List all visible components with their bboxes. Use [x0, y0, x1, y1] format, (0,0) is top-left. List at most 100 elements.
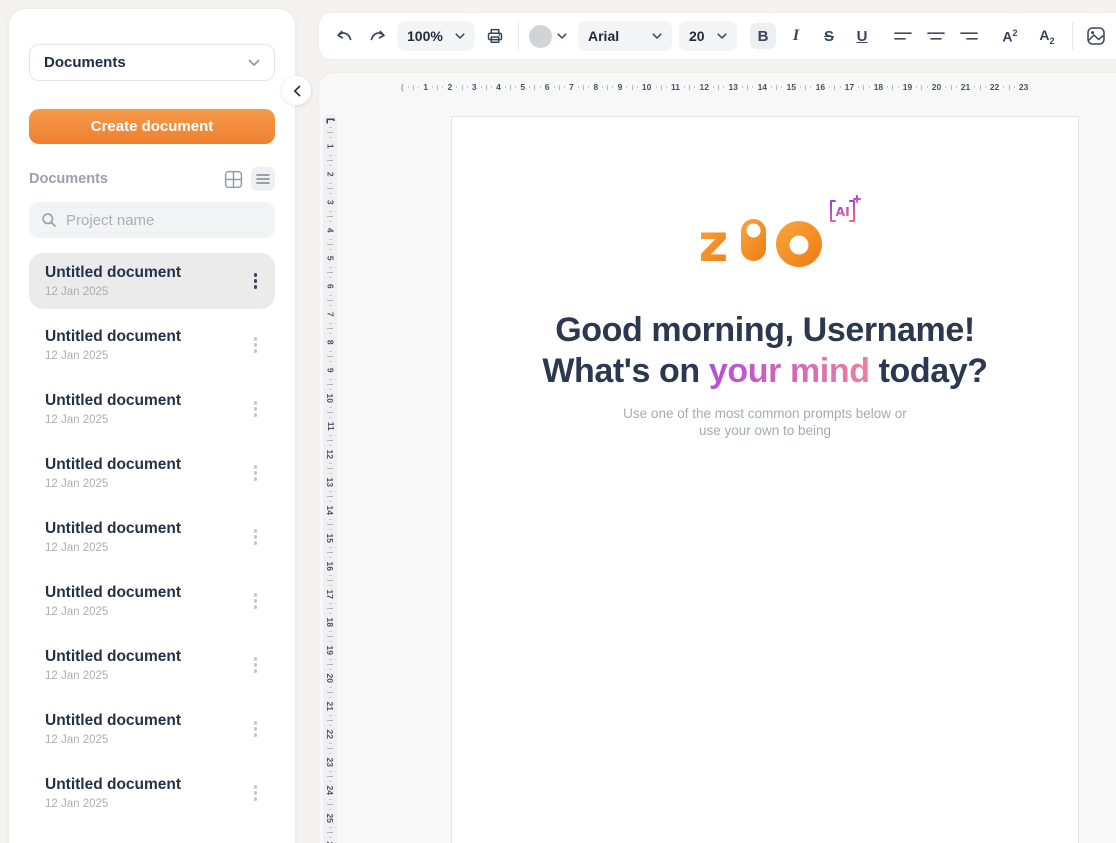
document-title: Untitled document	[45, 712, 181, 730]
align-center-button[interactable]	[923, 23, 949, 49]
font-family-select[interactable]: Arial	[578, 21, 672, 51]
font-size-select[interactable]: 20	[679, 21, 737, 51]
document-date: 12 Jan 2025	[45, 414, 181, 426]
search-input[interactable]	[66, 212, 263, 229]
document-date: 12 Jan 2025	[45, 286, 181, 298]
toolbar-divider	[518, 22, 519, 50]
align-left-button[interactable]	[890, 23, 916, 49]
document-title: Untitled document	[45, 520, 181, 538]
document-list-item[interactable]: Untitled document 12 Jan 2025	[29, 573, 275, 629]
documents-section-label: Documents	[29, 171, 108, 187]
grid-view-icon	[224, 170, 243, 189]
sidebar-collapse-button[interactable]	[282, 76, 311, 105]
bold-button[interactable]: B	[750, 23, 776, 49]
margin-marker-icon	[326, 118, 335, 125]
document-date: 12 Jan 2025	[45, 478, 181, 490]
document-date: 12 Jan 2025	[45, 350, 181, 362]
insert-image-button[interactable]	[1083, 23, 1109, 49]
document-list: Untitled document 12 Jan 2025 Untitled d…	[29, 253, 275, 821]
chevron-left-icon	[293, 85, 301, 97]
document-options-kebab-icon[interactable]	[250, 523, 262, 552]
document-title: Untitled document	[45, 776, 181, 794]
document-list-item[interactable]: Untitled document 12 Jan 2025	[29, 637, 275, 693]
document-options-kebab-icon[interactable]	[250, 651, 262, 680]
chevron-down-icon	[652, 33, 662, 40]
list-view-button[interactable]	[251, 167, 275, 191]
document-list-item[interactable]: Untitled document 12 Jan 2025	[29, 381, 275, 437]
document-options-kebab-icon[interactable]	[250, 331, 262, 360]
document-date: 12 Jan 2025	[45, 734, 181, 746]
formatting-toolbar: 100% Arial 20 B I S U	[318, 12, 1116, 60]
sidebar: Documents Create document Documents	[8, 8, 296, 843]
font-size-value: 20	[689, 28, 705, 44]
document-options-kebab-icon[interactable]	[250, 395, 262, 424]
editor-canvas: (1234567891011121314151617181920212223 1…	[318, 72, 1116, 843]
toolbar-divider	[1072, 22, 1073, 50]
italic-button[interactable]: I	[783, 23, 809, 49]
document-title: Untitled document	[45, 328, 181, 346]
document-search[interactable]	[29, 202, 275, 238]
chevron-down-icon	[248, 59, 260, 67]
document-list-item[interactable]: Untitled document 12 Jan 2025	[29, 765, 275, 821]
chevron-down-icon	[717, 33, 727, 40]
zoom-select[interactable]: 100%	[397, 21, 475, 51]
greeting-line2-prefix: What's on	[542, 352, 709, 390]
document-list-item[interactable]: Untitled document 12 Jan 2025	[29, 701, 275, 757]
document-list-item[interactable]: Untitled document 12 Jan 2025	[29, 317, 275, 373]
redo-button[interactable]	[364, 23, 390, 49]
greeting-subtitle: Use one of the most common prompts below…	[452, 405, 1078, 439]
document-date: 12 Jan 2025	[45, 798, 181, 810]
printer-icon	[485, 26, 505, 46]
document-options-kebab-icon[interactable]	[250, 779, 262, 808]
horizontal-ruler: (1234567891011121314151617181920212223	[401, 80, 1029, 94]
zio-logo-graphic: z	[701, 211, 829, 269]
align-center-icon	[927, 29, 945, 43]
collection-select-value: Documents	[44, 54, 126, 71]
document-title: Untitled document	[45, 648, 181, 666]
superscript-button[interactable]: A2	[995, 23, 1025, 49]
greeting-line1: Good morning, Username!	[555, 311, 975, 349]
document-date: 12 Jan 2025	[45, 670, 181, 682]
svg-text:z: z	[701, 214, 728, 269]
align-right-icon	[960, 29, 978, 43]
document-page[interactable]: z AI	[451, 116, 1079, 843]
svg-text:AI: AI	[836, 204, 850, 219]
image-icon	[1086, 26, 1106, 46]
list-view-icon	[256, 173, 270, 185]
document-title: Untitled document	[45, 584, 181, 602]
print-button[interactable]	[482, 23, 508, 49]
document-title: Untitled document	[45, 456, 181, 474]
grid-view-button[interactable]	[221, 167, 245, 191]
document-options-kebab-icon[interactable]	[250, 587, 262, 616]
chevron-down-icon	[455, 33, 465, 40]
font-family-value: Arial	[588, 28, 619, 44]
text-color-select[interactable]	[529, 25, 567, 48]
document-options-kebab-icon[interactable]	[250, 715, 262, 744]
align-right-button[interactable]	[956, 23, 982, 49]
vertical-ruler-ticks: 1234567891011121314151617181920212223242…	[323, 127, 337, 843]
undo-button[interactable]	[331, 23, 357, 49]
document-list-item[interactable]: Untitled document 12 Jan 2025	[29, 445, 275, 501]
greeting-line2-suffix: today?	[870, 352, 988, 390]
document-list-item[interactable]: Untitled document 12 Jan 2025	[29, 509, 275, 565]
ai-badge-icon: AI	[826, 194, 862, 226]
document-options-kebab-icon[interactable]	[250, 459, 262, 488]
align-left-icon	[894, 29, 912, 43]
search-icon	[41, 212, 57, 228]
documents-collection-select[interactable]: Documents	[29, 44, 275, 81]
document-title: Untitled document	[45, 264, 181, 282]
color-swatch-icon	[529, 25, 552, 48]
greeting-highlight: your mind	[709, 352, 870, 390]
vertical-ruler: 1234567891011121314151617181920212223242…	[323, 114, 337, 843]
underline-button[interactable]: U	[849, 23, 875, 49]
create-document-button[interactable]: Create document	[29, 109, 275, 144]
document-list-item[interactable]: Untitled document 12 Jan 2025	[29, 253, 275, 309]
greeting-heading: Good morning, Username! What's on your m…	[452, 310, 1078, 392]
chevron-down-icon	[557, 33, 567, 40]
subscript-button[interactable]: A2	[1032, 23, 1062, 49]
strikethrough-button[interactable]: S	[816, 23, 842, 49]
document-options-kebab-icon[interactable]	[250, 267, 262, 296]
undo-icon	[335, 29, 354, 44]
zoom-value: 100%	[407, 28, 443, 44]
document-title: Untitled document	[45, 392, 181, 410]
